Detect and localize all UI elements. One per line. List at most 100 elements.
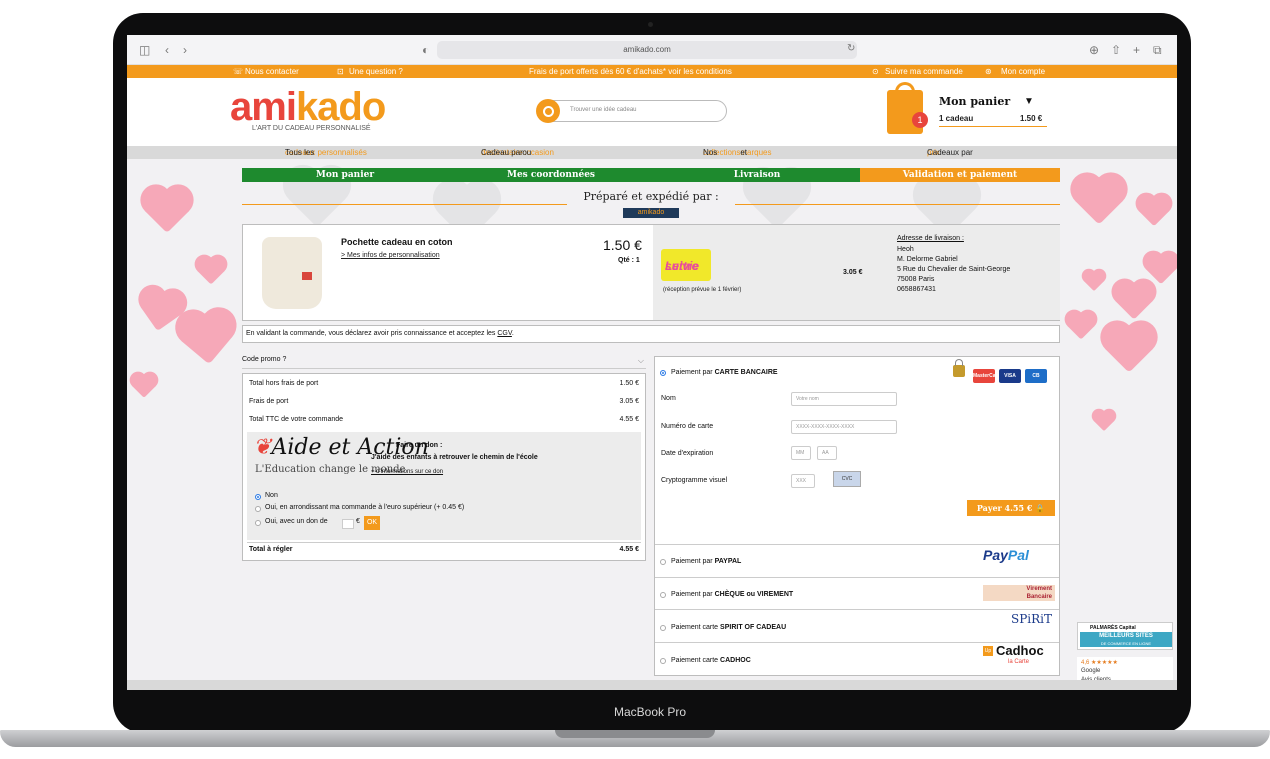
currency-label: €	[356, 518, 360, 525]
new-tab-icon[interactable]: +	[1133, 43, 1140, 57]
card-number-input[interactable]: XXXX-XXXX-XXXX-XXXX	[791, 420, 897, 434]
product-qty: Qté : 1	[618, 257, 640, 264]
radio-spirit[interactable]	[660, 625, 666, 631]
palmares-badge[interactable]: PALMARÈS Capital MEILLEURS SITES DE COMM…	[1077, 622, 1173, 650]
address-title: Adresse de livraison :	[897, 235, 964, 242]
cart-total: 1.50 €	[1020, 114, 1043, 123]
nav-text: Cadeau par	[481, 148, 523, 157]
track-icon: ⊙	[872, 67, 879, 76]
payment-divider	[655, 544, 1059, 545]
radio-paypal[interactable]	[660, 559, 666, 565]
pay-card-title[interactable]: Paiement par CARTE BANCAIRE	[671, 369, 778, 376]
donation-ok-button[interactable]: OK	[364, 516, 380, 530]
expiry-month-input[interactable]: MM	[791, 446, 811, 460]
paypal-logo: PayPal	[983, 547, 1029, 563]
donation-info-link[interactable]: + d'informations sur ce don	[371, 469, 443, 475]
radio-card[interactable]	[660, 370, 666, 376]
step-cart[interactable]: Mon panier	[242, 168, 448, 182]
cgv-notice: En validant la commande, vous déclarez a…	[242, 325, 1060, 343]
browser-toolbar: ◫ ‹ › ◐ amikado.com ↻ ⊕ ⇧ + ⧉	[127, 35, 1177, 65]
sidebar-icon[interactable]: ◫	[139, 43, 150, 57]
reload-icon[interactable]: ↻	[847, 43, 855, 54]
card-number-label: Numéro de carte	[661, 423, 714, 430]
pay-prefix: Paiement carte	[671, 624, 721, 631]
nav-text: Tous les	[285, 148, 315, 157]
back-icon[interactable]: ‹	[165, 43, 169, 57]
heart-decoration	[181, 313, 233, 365]
url-text: amikado.com	[623, 45, 671, 54]
download-icon[interactable]: ⊕	[1089, 43, 1099, 57]
camera-icon	[648, 22, 653, 27]
reception-date: (réception prévue le 1 février)	[663, 287, 742, 293]
rating-stars: 4,6 ★★★★★	[1081, 660, 1118, 666]
cgv-link[interactable]: CGV	[497, 330, 512, 337]
pay-button[interactable]: Payer 4.55 € 🔒	[967, 500, 1055, 516]
share-icon[interactable]: ⇧	[1111, 43, 1121, 57]
search-icon[interactable]	[536, 99, 560, 123]
track-link[interactable]: Suivre ma commande	[885, 65, 963, 78]
cart-bag-icon[interactable]: 1	[887, 82, 928, 134]
name-label: Nom	[661, 395, 676, 402]
radio-no[interactable]	[255, 494, 261, 500]
lock-icon: 🔒	[1035, 503, 1046, 513]
personalisation-link[interactable]: > Mes infos de personnalisation	[341, 252, 440, 259]
cart-dropdown-icon[interactable]: ▼	[1024, 96, 1034, 107]
pay-spirit-title[interactable]: Paiement carte SPIRIT OF CADEAU	[671, 624, 786, 631]
palmares-sub: MEILLEURS SITES	[1080, 632, 1172, 641]
delivery-panel: Lettre suivie (réception prévue le 1 fév…	[653, 225, 1060, 320]
heart-decoration	[1115, 282, 1153, 320]
laptop-notch	[555, 730, 715, 738]
shipping-price: 3.05 €	[843, 269, 863, 276]
account-link[interactable]: Mon compte	[1001, 65, 1045, 78]
nav-price[interactable]: Cadeaux par prix	[927, 146, 973, 159]
heart-decoration	[1093, 410, 1115, 432]
radio-round[interactable]	[255, 506, 261, 512]
option-round[interactable]: Oui, en arrondissant ma commande à l'eur…	[265, 504, 464, 511]
url-bar[interactable]: amikado.com	[437, 41, 857, 59]
heart-decoration	[1067, 312, 1095, 340]
summary-label: Total hors frais de port	[249, 380, 319, 387]
search-input[interactable]: Trouver une idée cadeau	[570, 107, 637, 113]
mastercard-icon: MasterCard	[973, 369, 1001, 383]
pay-method: PAYPAL	[714, 558, 742, 565]
donation-amount-input[interactable]	[342, 519, 354, 529]
radio-cadhoc[interactable]	[660, 658, 666, 664]
step-payment[interactable]: Validation et paiement	[860, 168, 1060, 182]
nav-personalised[interactable]: Tous les cadeaux personnalisés	[285, 146, 367, 159]
chevron-down-icon[interactable]: ⌵	[638, 356, 644, 366]
step-details[interactable]: Mes coordonnées	[448, 168, 654, 182]
expiry-year-input[interactable]: AA	[817, 446, 837, 460]
cart-count-badge: 1	[912, 112, 928, 128]
pay-cheque-title[interactable]: Paiement par CHÈQUE ou VIREMENT	[671, 591, 793, 598]
summary-label: Frais de port	[249, 398, 289, 405]
radio-custom[interactable]	[255, 520, 261, 526]
nav-recipient[interactable]: Cadeau par destinataire ou occasion	[481, 146, 554, 159]
radio-cheque[interactable]	[660, 592, 666, 598]
product-image	[262, 237, 322, 309]
forward-icon[interactable]: ›	[183, 43, 187, 57]
search-box[interactable]: Trouver une idée cadeau	[536, 99, 727, 123]
nav-text: Cadeaux par	[927, 148, 973, 157]
step-delivery[interactable]: Livraison	[654, 168, 860, 182]
palmares-sub2: DE COMMERCE EN LIGNE	[1080, 641, 1172, 647]
account-icon: ⊛	[985, 67, 992, 76]
promo-text[interactable]: Frais de port offerts dès 60 € d'achats*…	[529, 65, 732, 78]
tabs-icon[interactable]: ⧉	[1153, 43, 1162, 58]
pay-prefix: Paiement par	[671, 591, 715, 598]
promo-toggle[interactable]: Code promo ? ⌵	[242, 356, 646, 369]
privacy-icon[interactable]: ◐	[422, 43, 429, 57]
logo[interactable]: amikado	[230, 87, 386, 127]
cart-title[interactable]: Mon panier	[939, 95, 1010, 108]
option-custom[interactable]: Oui, avec un don de	[265, 518, 328, 525]
nav-collections[interactable]: Nos collections et marques	[703, 146, 771, 159]
phone-icon: ☏	[233, 67, 244, 76]
question-link[interactable]: Une question ?	[349, 65, 403, 78]
pay-cadhoc-title[interactable]: Paiement carte CADHOC	[671, 657, 751, 664]
contact-link[interactable]: Nous contacter	[245, 65, 299, 78]
paypal-logo-a: Pay	[983, 547, 1008, 563]
name-input[interactable]: Votre nom	[791, 392, 897, 406]
pay-paypal-title[interactable]: Paiement par PAYPAL	[671, 558, 741, 565]
paypal-logo-b: Pal	[1007, 547, 1029, 563]
option-no[interactable]: Non	[265, 492, 278, 499]
cvc-input[interactable]: XXX	[791, 474, 815, 488]
